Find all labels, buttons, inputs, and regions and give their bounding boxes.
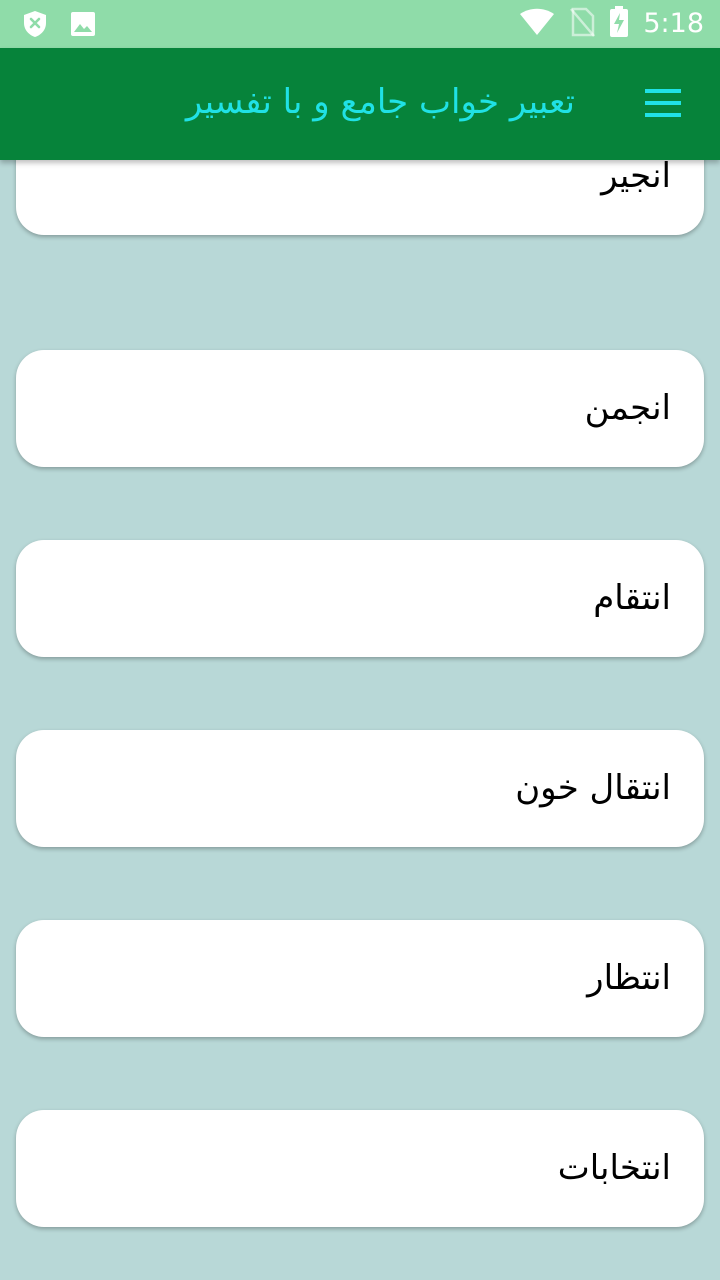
no-sim-icon — [569, 7, 596, 41]
image-icon — [70, 11, 96, 41]
list-item[interactable]: انجیر — [16, 160, 704, 235]
shield-x-icon — [22, 10, 48, 42]
wifi-icon — [519, 8, 555, 40]
list-item-label: انتقام — [593, 578, 671, 618]
list-item-label: انجیر — [601, 160, 671, 196]
list-item-label: انتخابات — [557, 1148, 671, 1188]
list-item-label: انجمن — [584, 388, 671, 428]
app-title: تعبیر خواب جامع و با تفسیر — [185, 82, 575, 122]
list-item[interactable]: انتقال خون — [16, 730, 704, 847]
hamburger-menu-icon[interactable] — [637, 83, 685, 123]
list-item[interactable]: انجمن — [16, 350, 704, 467]
list-item[interactable]: انتخابات — [16, 1110, 704, 1227]
status-bar: 5:18 — [0, 0, 720, 48]
list-item-label: انتقال خون — [515, 768, 671, 808]
app-bar: تعبیر خواب جامع و با تفسیر — [0, 48, 720, 160]
list-item-label: انتظار — [587, 958, 671, 998]
list-item[interactable]: انتظار — [16, 920, 704, 1037]
battery-charging-icon — [609, 6, 629, 42]
list-item[interactable]: انتقام — [16, 540, 704, 657]
status-time: 5:18 — [643, 8, 704, 39]
dream-list: انجیر انجمن انتقام انتقال خون انتظار انت… — [0, 160, 720, 1280]
